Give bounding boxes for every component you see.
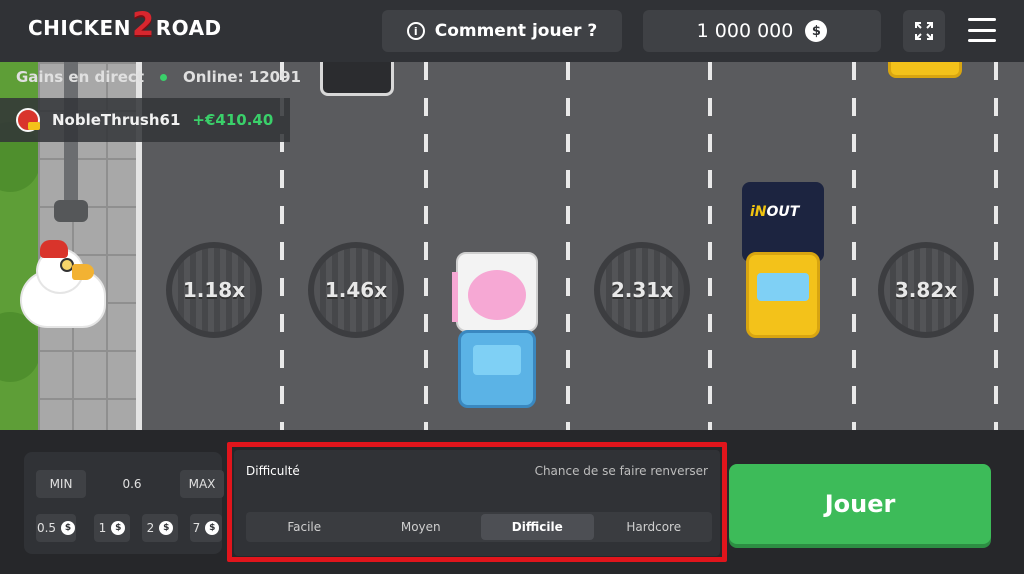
difficulty-selector: Difficulté Chance de se faire renverser … [234, 450, 720, 556]
chicken-character [14, 240, 110, 332]
truck-brand-part: iN [750, 204, 767, 220]
player-name: NobleThrush61 [52, 111, 181, 129]
truck-cab [746, 252, 820, 338]
multiplier-label: 3.82x [894, 278, 958, 302]
fullscreen-button[interactable] [903, 10, 945, 52]
car-yellow [888, 62, 962, 78]
truck-stripe [452, 272, 458, 322]
difficulty-option-difficile[interactable]: Difficile [481, 514, 594, 540]
logo-text-chicken: CHICKEN [28, 16, 131, 40]
multiplier-manhole[interactable]: 3.82x [878, 242, 974, 338]
hamburger-menu-button[interactable] [968, 18, 996, 42]
lane-divider [708, 62, 712, 430]
lane-divider [852, 62, 856, 430]
difficulty-options: Facile Moyen Difficile Hardcore [246, 512, 712, 542]
fullscreen-icon [915, 22, 933, 40]
truck-cargo-box: iNOUT [742, 182, 824, 262]
ice-cream-scoop [468, 270, 526, 320]
delivery-truck: iNOUT [742, 182, 824, 342]
bet-chip-button[interactable]: 2 $ [142, 514, 178, 542]
balance-amount: 1 000 000 [696, 20, 794, 42]
bet-chip-button[interactable]: 7 $ [190, 514, 222, 542]
street-lamp-base [54, 200, 88, 222]
multiplier-label: 2.31x [610, 278, 674, 302]
live-wins-feed: Gains en direct Online: 12091 NobleThrus… [0, 62, 301, 152]
live-win-entry: NobleThrush61 +€410.40 [0, 98, 290, 142]
difficulty-option-facile[interactable]: Facile [248, 514, 361, 540]
bet-controls: MIN 0.6 MAX 0.5 $ 1 $ 2 $ 7 $ [24, 452, 224, 554]
lane-divider [424, 62, 428, 430]
lane-divider [994, 62, 998, 430]
player-avatar [16, 108, 40, 132]
dollar-coin-icon: $ [159, 521, 174, 535]
truck-brand-logo: iNOUT [750, 204, 799, 220]
chip-value: 0.5 [36, 521, 57, 535]
bet-min-button[interactable]: MIN [36, 470, 86, 498]
menu-bar [968, 28, 996, 32]
chicken-comb [40, 240, 68, 258]
difficulty-option-hardcore[interactable]: Hardcore [598, 514, 711, 540]
ice-cream-truck [452, 252, 542, 412]
balance-display: 1 000 000 $ [643, 10, 881, 52]
online-count: Online: 12091 [183, 68, 301, 86]
truck-cab [458, 330, 536, 408]
chip-value: 1 [98, 521, 107, 535]
how-to-play-button[interactable]: i Comment jouer ? [382, 10, 622, 52]
multiplier-label: 1.18x [182, 278, 246, 302]
chip-value: 2 [146, 521, 155, 535]
lane-divider [566, 62, 570, 430]
bet-chip-button[interactable]: 1 $ [94, 514, 130, 542]
truck-brand-part: OUT [766, 204, 800, 220]
car-dark [320, 62, 394, 96]
multiplier-manhole[interactable]: 1.46x [308, 242, 404, 338]
live-wins-title: Gains en direct [16, 68, 144, 86]
bet-max-button[interactable]: MAX [180, 470, 224, 498]
online-status-dot [160, 74, 167, 81]
menu-bar [968, 39, 996, 42]
top-bar: CHICKEN 2 ROAD i Comment jouer ? 1 000 0… [0, 0, 1024, 62]
bet-amount-value[interactable]: 0.6 [112, 470, 152, 498]
info-icon: i [406, 22, 425, 40]
dollar-coin-icon: $ [111, 521, 126, 535]
bet-chip-button[interactable]: 0.5 $ [36, 514, 76, 542]
dollar-coin-icon: $ [805, 20, 828, 42]
play-button[interactable]: Jouer [729, 464, 991, 544]
dollar-coin-icon: $ [205, 521, 220, 535]
how-to-play-label: Comment jouer ? [434, 21, 598, 41]
chicken-beak [72, 264, 94, 280]
game-screen: CHICKEN 2 ROAD i Comment jouer ? 1 000 0… [0, 0, 1024, 574]
logo-text-road: ROAD [155, 16, 222, 40]
multiplier-manhole[interactable]: 2.31x [594, 242, 690, 338]
win-amount: +€410.40 [192, 111, 274, 129]
dollar-coin-icon: $ [61, 521, 76, 535]
windshield [473, 345, 521, 375]
multiplier-manhole[interactable]: 1.18x [166, 242, 262, 338]
difficulty-label: Difficulté [246, 464, 300, 478]
windshield [757, 273, 809, 301]
logo-text-two: 2 [131, 5, 155, 43]
multiplier-label: 1.46x [324, 278, 388, 302]
difficulty-option-moyen[interactable]: Moyen [365, 514, 478, 540]
game-logo: CHICKEN 2 ROAD [28, 5, 222, 43]
chip-value: 7 [192, 521, 201, 535]
menu-bar [968, 18, 996, 21]
hit-chance-label: Chance de se faire renverser [534, 464, 708, 478]
